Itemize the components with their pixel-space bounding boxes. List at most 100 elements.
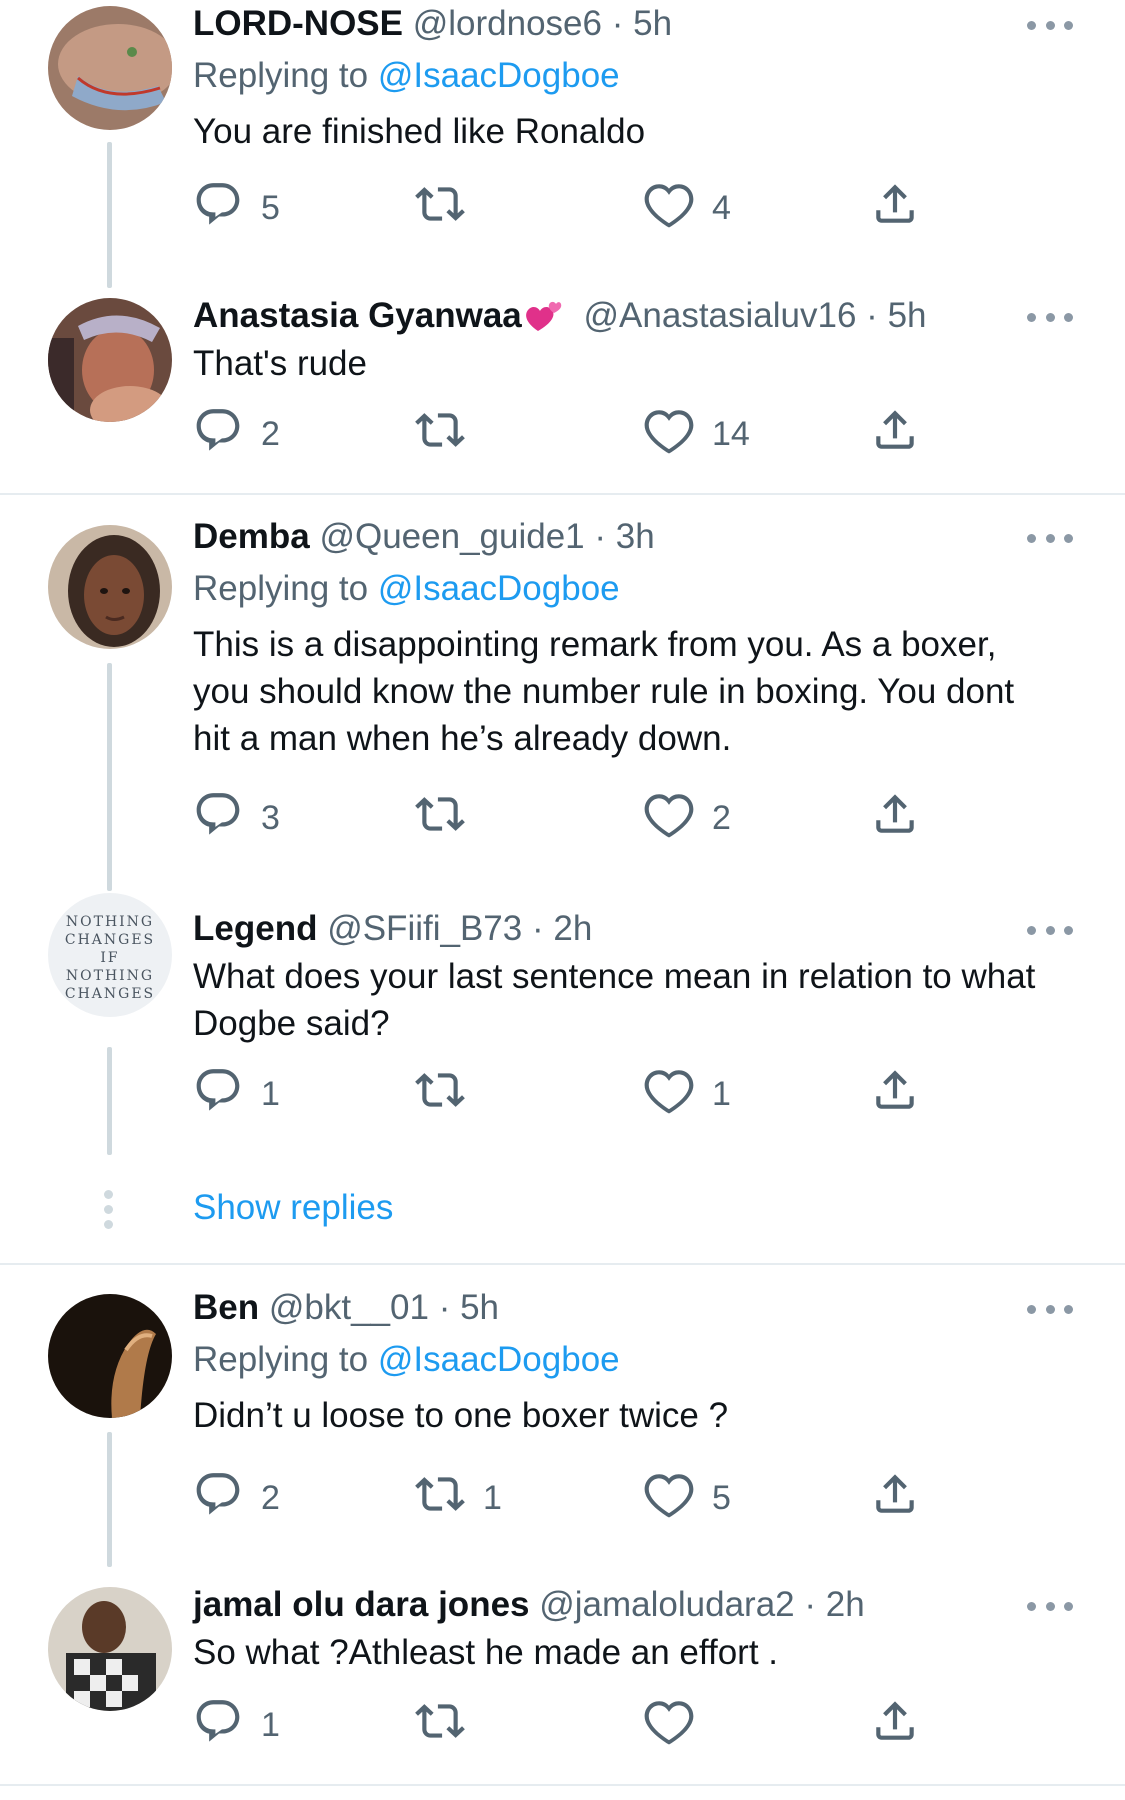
- reply-icon: [193, 405, 243, 464]
- avatar[interactable]: [48, 298, 172, 422]
- tweet-text-line: This is a disappointing remark from you.…: [193, 625, 997, 664]
- user-handle[interactable]: @jamaloludara2: [539, 1585, 794, 1624]
- share-icon: [870, 1065, 920, 1124]
- share-icon: [870, 179, 920, 238]
- like-button[interactable]: 14: [644, 407, 750, 461]
- more-icon[interactable]: [1027, 18, 1073, 32]
- reply-button[interactable]: 2: [193, 1471, 280, 1525]
- reply-button[interactable]: 5: [193, 181, 280, 235]
- share-button[interactable]: [870, 791, 920, 845]
- tweet-actions: 3 2: [193, 791, 953, 845]
- like-count: 14: [712, 414, 750, 453]
- share-icon: [870, 1469, 920, 1528]
- retweet-icon: [415, 179, 465, 238]
- reply-count: 3: [261, 798, 280, 837]
- mention-link[interactable]: @IsaacDogboe: [378, 56, 620, 95]
- reply-button[interactable]: 2: [193, 407, 280, 461]
- heart-icon: [644, 1469, 694, 1528]
- like-button[interactable]: 1: [644, 1067, 731, 1121]
- show-replies-link[interactable]: Show replies: [193, 1188, 393, 1228]
- retweet-icon: [415, 1065, 465, 1124]
- share-button[interactable]: [870, 1471, 920, 1525]
- tweet-text-line: you should know the number rule in boxin…: [193, 672, 1015, 711]
- two-hearts-emoji-icon: [524, 299, 562, 333]
- more-icon[interactable]: [1027, 1302, 1073, 1316]
- like-button[interactable]: 4: [644, 181, 731, 235]
- heart-icon: [644, 1065, 694, 1124]
- display-name[interactable]: Ben: [193, 1288, 259, 1327]
- thread-line: [107, 1432, 112, 1567]
- timestamp[interactable]: 2h: [826, 1585, 865, 1624]
- tweet-demba[interactable]: Demba @Queen_guide1 · 3h Replying to @Is…: [0, 495, 1125, 891]
- retweet-icon: [415, 1696, 465, 1755]
- more-icon[interactable]: [1027, 1599, 1073, 1613]
- reply-button[interactable]: 3: [193, 791, 280, 845]
- timestamp[interactable]: 5h: [888, 296, 927, 335]
- display-name[interactable]: jamal olu dara jones: [193, 1585, 530, 1624]
- display-name[interactable]: Legend: [193, 909, 317, 948]
- like-button[interactable]: 5: [644, 1471, 731, 1525]
- user-handle[interactable]: @bkt__01: [269, 1288, 429, 1327]
- mention-link[interactable]: @IsaacDogboe: [378, 569, 620, 608]
- display-name[interactable]: Anastasia Gyanwaa: [193, 296, 522, 335]
- tweet-lordnose[interactable]: LORD-NOSE @lordnose6 · 5h Replying to @I…: [0, 0, 1125, 290]
- reply-icon: [193, 1469, 243, 1528]
- share-button[interactable]: [870, 1067, 920, 1121]
- share-button[interactable]: [870, 1698, 920, 1752]
- timestamp[interactable]: 5h: [460, 1288, 499, 1327]
- like-count: 4: [712, 188, 731, 227]
- tweet-actions: 1 1: [193, 1067, 953, 1121]
- retweet-button[interactable]: 1: [415, 1471, 502, 1525]
- display-name[interactable]: Demba: [193, 517, 310, 556]
- like-button[interactable]: [644, 1698, 712, 1752]
- tweet-legend[interactable]: NOTHING CHANGES IF NOTHING CHANGES Legen…: [0, 885, 1125, 1155]
- replying-to: Replying to @IsaacDogboe: [193, 1340, 1085, 1380]
- reply-button[interactable]: 1: [193, 1698, 280, 1752]
- avatar[interactable]: [48, 1294, 172, 1418]
- share-button[interactable]: [870, 181, 920, 235]
- user-handle[interactable]: @SFiifi_B73: [327, 909, 522, 948]
- tweet-header: Ben @bkt__01 · 5h: [193, 1288, 1085, 1328]
- more-icon[interactable]: [1027, 923, 1073, 937]
- reply-icon: [193, 789, 243, 848]
- tweet-text-line: What does your last sentence mean in rel…: [193, 957, 1036, 996]
- mention-link[interactable]: @IsaacDogboe: [378, 1340, 620, 1379]
- tweet-text: You are finished like Ronaldo: [193, 112, 646, 151]
- timestamp[interactable]: 3h: [616, 517, 655, 556]
- retweet-button[interactable]: [415, 1698, 483, 1752]
- avatar[interactable]: [48, 1587, 172, 1711]
- user-handle[interactable]: @Queen_guide1: [319, 517, 584, 556]
- tweet-text-line: Dogbe said?: [193, 1004, 390, 1043]
- retweet-button[interactable]: [415, 407, 483, 461]
- retweet-button[interactable]: [415, 181, 483, 235]
- avatar[interactable]: NOTHING CHANGES IF NOTHING CHANGES: [48, 893, 172, 1017]
- reply-icon: [193, 1065, 243, 1124]
- user-handle[interactable]: @Anastasialuv16: [584, 296, 857, 335]
- reply-thread-feed: LORD-NOSE @lordnose6 · 5h Replying to @I…: [0, 0, 1125, 1800]
- reply-count: 2: [261, 414, 280, 453]
- display-name[interactable]: LORD-NOSE: [193, 4, 403, 43]
- tweet-anastasia[interactable]: Anastasia Gyanwaa @Anastasialuv16 · 5h T…: [0, 290, 1125, 490]
- share-button[interactable]: [870, 407, 920, 461]
- like-button[interactable]: 2: [644, 791, 731, 845]
- separator-dot: ·: [611, 4, 624, 43]
- tweet-jamal[interactable]: jamal olu dara jones @jamaloludara2 · 2h…: [0, 1565, 1125, 1790]
- separator-dot: ·: [594, 517, 607, 556]
- reply-button[interactable]: 1: [193, 1067, 280, 1121]
- more-icon[interactable]: [1027, 531, 1073, 545]
- avatar[interactable]: [48, 525, 172, 649]
- heart-icon: [644, 179, 694, 238]
- retweet-button[interactable]: [415, 1067, 483, 1121]
- tweet-header: LORD-NOSE @lordnose6 · 5h: [193, 4, 1085, 44]
- tweet-header: Demba @Queen_guide1 · 3h: [193, 517, 1085, 557]
- reply-count: 2: [261, 1478, 280, 1517]
- heart-icon: [644, 789, 694, 848]
- timestamp[interactable]: 5h: [633, 4, 672, 43]
- timestamp[interactable]: 2h: [553, 909, 592, 948]
- user-handle[interactable]: @lordnose6: [413, 4, 602, 43]
- tweet-ben[interactable]: Ben @bkt__01 · 5h Replying to @IsaacDogb…: [0, 1265, 1125, 1567]
- more-icon[interactable]: [1027, 310, 1073, 324]
- retweet-button[interactable]: [415, 791, 483, 845]
- share-icon: [870, 405, 920, 464]
- avatar[interactable]: [48, 6, 172, 130]
